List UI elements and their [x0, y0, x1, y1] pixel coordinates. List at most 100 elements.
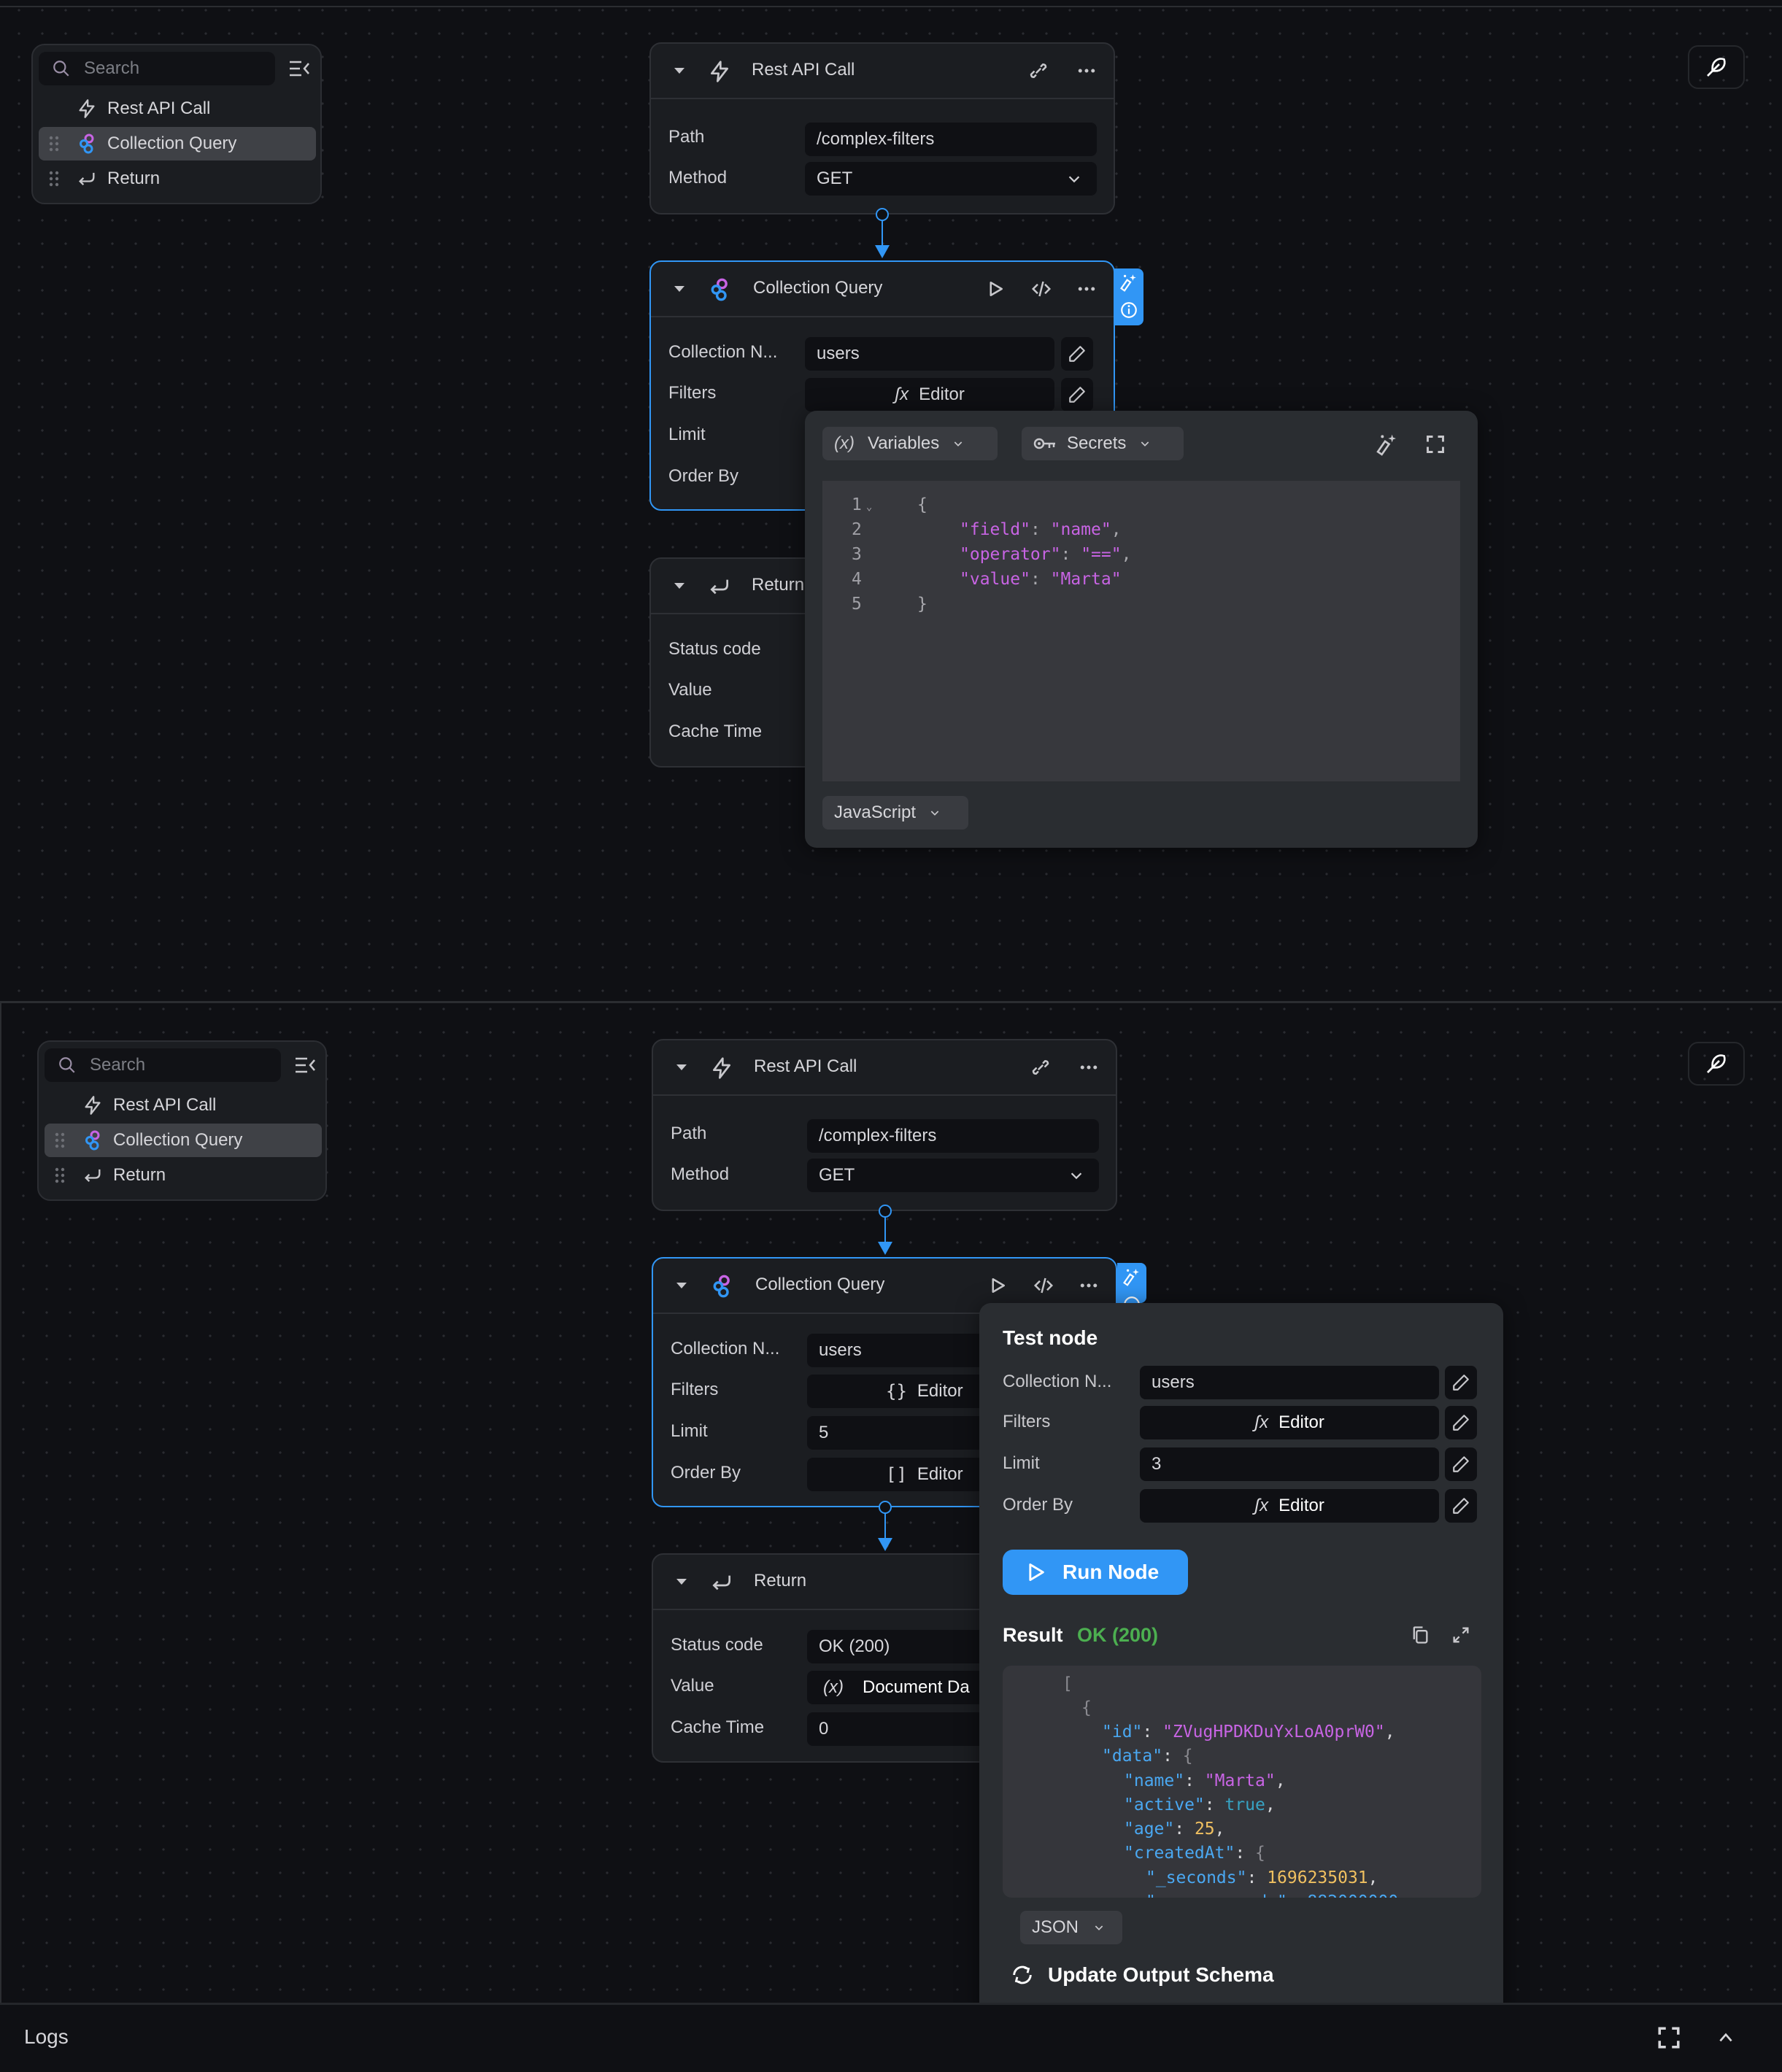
result-json-viewer[interactable]: [ { "id": "ZVugHPDKDuYxLoA0prW0", "data"…	[1003, 1666, 1481, 1898]
json-line: {	[1081, 1698, 1092, 1717]
play-icon[interactable]	[984, 278, 1006, 300]
secrets-dropdown[interactable]: Secrets	[1022, 427, 1184, 460]
fullscreen-icon[interactable]	[1656, 2025, 1681, 2050]
json-line: "_nanoseconds": 882000000	[1146, 1893, 1398, 1898]
more-icon[interactable]	[1078, 1056, 1100, 1078]
link-icon[interactable]	[1027, 60, 1049, 82]
more-icon[interactable]	[1078, 1275, 1100, 1296]
collapse-caret-icon[interactable]	[674, 68, 684, 74]
collapse-caret-icon[interactable]	[676, 1579, 687, 1585]
collapse-caret-icon[interactable]	[674, 583, 684, 589]
search-icon	[59, 1057, 75, 1073]
run-node-button[interactable]: Run Node	[1003, 1550, 1188, 1595]
link-icon[interactable]	[1030, 1056, 1052, 1078]
code-editor[interactable]: 1 ⌄ 2 3 4 5 { "field": "name", "operator"…	[822, 481, 1460, 781]
variable-icon: (x)	[834, 433, 855, 453]
play-icon[interactable]	[987, 1275, 1008, 1296]
search-input[interactable]: Search	[45, 1048, 281, 1082]
sidebar-item-rest-api-call[interactable]: Rest API Call	[39, 92, 316, 125]
language-dropdown[interactable]: JavaScript	[822, 796, 968, 830]
output-handle[interactable]	[876, 208, 889, 221]
more-icon[interactable]	[1076, 278, 1098, 300]
order-by-value: Editor	[917, 1464, 963, 1484]
edit-filters-button[interactable]	[1061, 378, 1093, 411]
edit-order-by-button[interactable]	[1445, 1489, 1477, 1523]
drag-handle-icon[interactable]	[55, 1167, 65, 1183]
json-line: "name": "Marta",	[1124, 1771, 1286, 1790]
rest-api-call-node[interactable]: Rest API Call Path /complex-filters Meth…	[649, 42, 1115, 214]
path-input[interactable]: /complex-filters	[807, 1119, 1099, 1153]
drag-handle-icon[interactable]	[49, 171, 59, 187]
feather-button[interactable]	[1688, 45, 1745, 89]
feather-button[interactable]	[1688, 1042, 1745, 1086]
value-label: Value	[671, 1676, 714, 1696]
collapse-caret-icon[interactable]	[674, 286, 684, 292]
more-icon[interactable]	[1076, 60, 1098, 82]
sidebar-item-rest-api-call[interactable]: Rest API Call	[45, 1089, 322, 1122]
filters-label: Filters	[1003, 1412, 1051, 1431]
cache-time-value: 0	[819, 1719, 829, 1739]
return-icon	[710, 579, 728, 595]
node-title: Return	[754, 1571, 807, 1590]
sidebar-item-collection-query[interactable]: Collection Query	[39, 127, 316, 161]
output-handle[interactable]	[879, 1501, 892, 1514]
test-limit-input[interactable]: 3	[1140, 1447, 1439, 1481]
sidebar-item-collection-query[interactable]: Collection Query	[45, 1124, 322, 1157]
copy-icon[interactable]	[1410, 1625, 1430, 1645]
code-icon[interactable]	[1030, 278, 1052, 300]
test-order-by-editor-button[interactable]: ʃx Editor	[1140, 1489, 1439, 1523]
output-handle[interactable]	[879, 1205, 892, 1218]
key-icon	[1033, 438, 1055, 449]
object-braces-icon: {}	[886, 1381, 907, 1402]
search-input[interactable]: Search	[39, 52, 275, 85]
edit-collection-button[interactable]	[1445, 1366, 1477, 1399]
info-icon[interactable]	[1122, 1295, 1141, 1303]
info-icon[interactable]	[1119, 301, 1138, 320]
expand-icon[interactable]	[1451, 1625, 1471, 1645]
status-code-value: OK (200)	[819, 1636, 890, 1656]
chevron-up-icon[interactable]	[1716, 2028, 1735, 2047]
feather-icon	[1707, 1054, 1726, 1073]
drag-handle-icon[interactable]	[49, 136, 59, 152]
method-select[interactable]: GET	[807, 1159, 1099, 1192]
collapse-panel-icon[interactable]	[288, 58, 310, 79]
filters-editor-button[interactable]: ʃx Editor	[805, 378, 1054, 411]
status-code-label: Status code	[671, 1635, 763, 1655]
fullscreen-icon[interactable]	[1425, 434, 1446, 455]
drag-handle-icon[interactable]	[55, 1132, 65, 1148]
edit-filters-button[interactable]	[1445, 1406, 1477, 1439]
node-title: Collection Query	[755, 1275, 885, 1294]
logs-panel[interactable]: Logs	[0, 2003, 1782, 2072]
line-number: 2	[852, 520, 862, 539]
edge-line	[884, 1217, 886, 1243]
collapse-caret-icon[interactable]	[676, 1283, 687, 1288]
magic-wand-icon[interactable]	[1119, 273, 1138, 292]
variables-label: Variables	[867, 433, 940, 453]
format-dropdown[interactable]: JSON	[1020, 1911, 1122, 1944]
code-icon[interactable]	[1033, 1275, 1054, 1296]
collection-name-input[interactable]: users	[805, 337, 1054, 371]
path-input[interactable]: /complex-filters	[805, 123, 1097, 156]
test-collection-name-input[interactable]: users	[1140, 1366, 1439, 1399]
magic-wand-icon[interactable]	[1376, 433, 1399, 456]
magic-wand-icon[interactable]	[1122, 1267, 1141, 1286]
sidebar-item-return[interactable]: Return	[45, 1159, 322, 1192]
filters-value: Editor	[917, 1381, 963, 1401]
variables-dropdown[interactable]: (x) Variables	[822, 427, 998, 460]
json-line: "createdAt": {	[1124, 1844, 1265, 1863]
path-label: Path	[668, 127, 705, 147]
collapse-caret-icon[interactable]	[676, 1064, 687, 1070]
limit-label: Limit	[1003, 1453, 1040, 1473]
update-output-schema-button[interactable]: Update Output Schema	[1008, 1963, 1274, 1987]
chevron-down-icon	[1095, 1925, 1103, 1930]
edit-limit-button[interactable]	[1445, 1447, 1477, 1481]
function-icon: ʃx	[1254, 1412, 1269, 1432]
collapse-panel-icon[interactable]	[294, 1055, 316, 1075]
rest-api-call-node[interactable]: Rest API Call Path /complex-filters Meth…	[652, 1039, 1117, 1211]
chevron-down-icon	[1141, 441, 1149, 447]
sidebar-item-return[interactable]: Return	[39, 162, 316, 196]
collection-query-icon	[713, 1275, 730, 1298]
test-filters-editor-button[interactable]: ʃx Editor	[1140, 1406, 1439, 1439]
edit-collection-button[interactable]	[1061, 337, 1093, 371]
method-select[interactable]: GET	[805, 162, 1097, 196]
